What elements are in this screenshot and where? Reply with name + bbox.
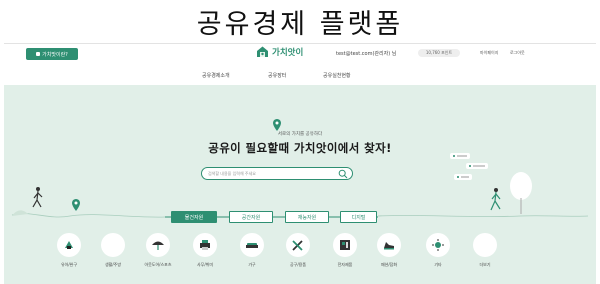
category-item[interactable]: 사무/취미: [185, 233, 225, 268]
tab-space[interactable]: 공간자원: [229, 211, 273, 223]
umbrella-icon: [152, 241, 164, 250]
category-label: 가구: [248, 262, 256, 267]
category-label: 전자제품: [337, 262, 353, 267]
tab-talent[interactable]: 재능자원: [285, 211, 329, 223]
category-label: 사무/취미: [196, 262, 214, 267]
chat-bubble: [466, 163, 488, 169]
category-item[interactable]: 유아/완구: [49, 233, 89, 268]
category-item[interactable]: 공구/용품: [278, 233, 318, 268]
tab-goods-label: 물건자원: [184, 214, 204, 221]
category-label: 생활/주방: [104, 262, 122, 267]
tools-icon: [292, 240, 303, 251]
category-item[interactable]: 가구: [232, 233, 272, 268]
category-item[interactable]: 생활/주방: [93, 233, 133, 268]
category-item[interactable]: 기타: [418, 233, 458, 268]
tab-talent-label: 재능자원: [297, 214, 317, 221]
sofa-icon: [246, 243, 258, 248]
category-label: 더보기: [479, 262, 491, 267]
tab-goods[interactable]: 물건자원: [171, 211, 217, 223]
category-label: 패션/잡화: [380, 262, 398, 267]
etc-icon: [432, 239, 444, 251]
shoe-icon: [384, 242, 394, 250]
electronics-icon: [340, 240, 350, 250]
category-label: 기타: [434, 262, 442, 267]
tab-digital-label: 디지털: [351, 214, 366, 221]
category-label: 공구/용품: [289, 262, 307, 267]
chat-bubble: [450, 153, 470, 159]
category-item[interactable]: 패션/잡화: [369, 233, 409, 268]
tab-digital[interactable]: 디지털: [340, 211, 377, 223]
category-item[interactable]: 아웃도어/스포츠: [138, 233, 178, 268]
category-item[interactable]: 전자제품: [325, 233, 365, 268]
category-label: 아웃도어/스포츠: [144, 262, 172, 267]
printer-icon: [200, 240, 210, 250]
toy-icon: [65, 241, 73, 249]
category-label: 유아/완구: [60, 262, 78, 267]
category-item[interactable]: 더보기: [465, 233, 505, 268]
tab-space-label: 공간자원: [241, 214, 261, 221]
chat-bubble: [454, 174, 472, 180]
